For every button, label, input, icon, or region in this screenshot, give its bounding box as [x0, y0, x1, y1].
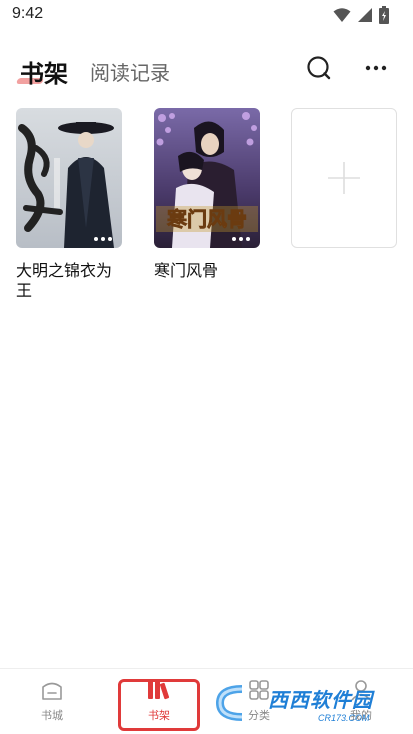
header: 书架 阅读记录	[0, 44, 413, 94]
book-title: 大明之锦衣为王	[16, 261, 113, 300]
battery-icon	[379, 6, 389, 24]
nav-label: 书城	[41, 709, 63, 722]
book-cover[interactable]	[16, 108, 122, 248]
add-book-button[interactable]	[291, 108, 397, 248]
book-item[interactable]: 大明之锦衣为王	[16, 108, 122, 301]
status-bar: 9:42	[0, 0, 413, 30]
watermark-main: 西西软件园	[268, 687, 373, 712]
tab-bookshelf[interactable]: 书架	[20, 54, 68, 89]
watermark: 西西软件园 CR173.COM	[212, 680, 392, 726]
bookshelf-icon	[148, 681, 170, 700]
status-icons	[333, 6, 389, 24]
plus-icon	[328, 162, 360, 194]
search-button[interactable]	[304, 53, 334, 83]
bookstore-icon	[42, 682, 62, 700]
more-icon	[365, 65, 387, 71]
nav-bookstore[interactable]: 书城	[17, 679, 87, 723]
book-more-button[interactable]	[228, 232, 254, 246]
book-item[interactable]: 寒门风骨 寒门风骨	[154, 108, 260, 281]
search-icon	[307, 56, 331, 80]
more-options-button[interactable]	[361, 53, 391, 83]
signal-icon	[358, 8, 372, 22]
book-cover-image	[16, 108, 122, 248]
svg-text:寒门风骨: 寒门风骨	[167, 207, 247, 231]
status-time: 9:42	[12, 5, 44, 22]
watermark-text: 西西软件园 CR173.COM	[268, 684, 373, 723]
book-more-button[interactable]	[90, 232, 116, 246]
book-cover-image: 寒门风骨	[154, 108, 260, 248]
book-cover[interactable]: 寒门风骨	[154, 108, 260, 248]
wifi-icon	[333, 8, 351, 22]
tab-reading-history[interactable]: 阅读记录	[90, 57, 170, 86]
watermark-sub: CR173.COM	[318, 712, 370, 723]
watermark-logo-icon	[215, 685, 243, 721]
watermark-logo	[212, 683, 276, 723]
nav-label: 书架	[148, 709, 170, 722]
book-title: 寒门风骨	[154, 261, 219, 280]
nav-bookshelf[interactable]: 书架	[124, 679, 194, 723]
